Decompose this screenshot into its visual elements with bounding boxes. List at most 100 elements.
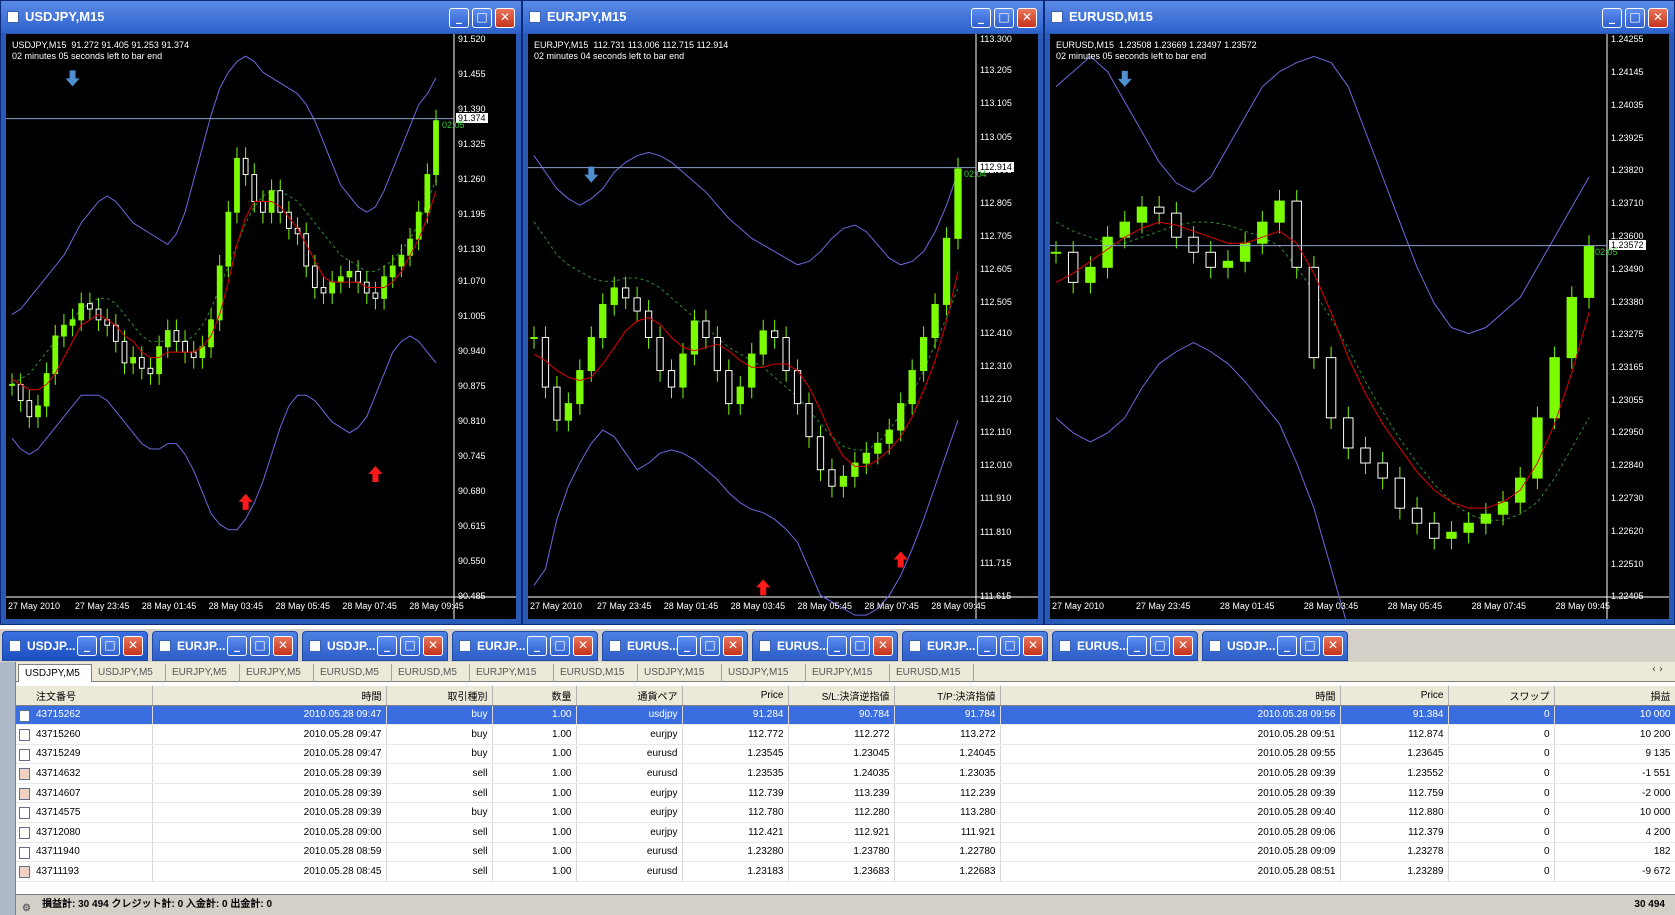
symbol-tab[interactable]: EURUSD,M5 [314, 664, 392, 682]
table-row[interactable]: 43711940 2010.05.28 08:59 sell 1.00 eurusd 1.… [16, 842, 1675, 863]
symbol-tab[interactable]: USDJPY,M15 [638, 664, 722, 682]
minimize-button[interactable]: _ [1602, 8, 1622, 28]
column-header[interactable]: 取引種別 [386, 686, 493, 706]
minimize-button[interactable]: _ [971, 8, 991, 28]
candle-body [234, 157, 240, 213]
column-header[interactable]: 時間 [152, 686, 387, 706]
window-tab[interactable]: EURUS... _ □ ✕ [1052, 631, 1198, 661]
table-row[interactable]: 43714575 2010.05.28 09:39 buy 1.00 eurjpy 112… [16, 802, 1675, 824]
minimize-button[interactable]: _ [1127, 636, 1147, 656]
maximize-button[interactable]: □ [1150, 636, 1170, 656]
candle-body [1463, 522, 1474, 533]
symbol-tab[interactable]: EURUSD,M15 [890, 664, 974, 682]
column-header[interactable]: 時間 [1000, 686, 1341, 706]
chart-window-eurjpy[interactable]: EURJPY,M15 _ □ ✕ EURJPY,M15 112.731 113.00… [522, 0, 1044, 625]
symbol-tab[interactable]: EURJPY,M15 [470, 664, 554, 682]
maximize-button[interactable]: □ [1625, 8, 1645, 28]
price-chart[interactable]: USDJPY,M15 91.272 91.405 91.253 91.374 0… [6, 34, 516, 619]
table-row[interactable]: 43715260 2010.05.28 09:47 buy 1.00 eurjpy 112… [16, 724, 1675, 745]
close-button[interactable]: ✕ [1023, 636, 1043, 656]
chart-window-usdjpy[interactable]: USDJPY,M15 _ □ ✕ USDJPY,M15 91.272 91.405 … [0, 0, 522, 625]
symbol-tab[interactable]: EURJPY,M5 [166, 664, 240, 682]
column-header[interactable]: T/P:決済指値 [894, 686, 1001, 706]
close-button[interactable]: ✕ [273, 636, 293, 656]
window-tab[interactable]: EURJP... _ □ ✕ [902, 631, 1048, 661]
close-button[interactable]: ✕ [1648, 8, 1668, 28]
table-row[interactable]: 43711193 2010.05.28 08:45 sell 1.00 eurusd 1.… [16, 861, 1675, 882]
column-header[interactable]: スワップ [1448, 686, 1555, 706]
symbol-tab[interactable]: USDJPY,M15 [722, 664, 806, 682]
tab-scroll-arrows[interactable]: ‹ › [1652, 664, 1663, 675]
chart-titlebar[interactable]: USDJPY,M15 _ □ ✕ [1, 1, 521, 33]
minimize-button[interactable]: _ [677, 636, 697, 656]
minimize-button[interactable]: _ [449, 8, 469, 28]
maximize-button[interactable]: □ [100, 636, 120, 656]
price-chart[interactable]: EURUSD,M15 1.23508 1.23669 1.23497 1.235… [1050, 34, 1669, 619]
window-tab[interactable]: EURUS... _ □ ✕ [602, 631, 748, 661]
price-tick-label: 1.22840 [1611, 460, 1644, 471]
close-button[interactable]: ✕ [723, 636, 743, 656]
maximize-button[interactable]: □ [400, 636, 420, 656]
column-header[interactable]: 通貨ペア [576, 686, 683, 706]
price-chart[interactable]: EURJPY,M15 112.731 113.006 112.715 112.9… [528, 34, 1038, 619]
symbol-tab[interactable]: EURUSD,M5 [392, 664, 470, 682]
price-tick-label: 112.210 [980, 394, 1012, 405]
chart-titlebar[interactable]: EURUSD,M15 _ □ ✕ [1045, 1, 1674, 33]
window-tab[interactable]: USDJP... _ □ ✕ [2, 631, 148, 661]
maximize-button[interactable]: □ [1300, 636, 1320, 656]
maximize-button[interactable]: □ [250, 636, 270, 656]
chart-window-eurusd[interactable]: EURUSD,M15 _ □ ✕ EURUSD,M15 1.23508 1.2366… [1044, 0, 1675, 625]
table-row[interactable]: 43715262 2010.05.28 09:47 buy 1.00 usdjpy 91.… [16, 705, 1675, 726]
table-row[interactable]: 43715249 2010.05.28 09:47 buy 1.00 eurusd 1.2… [16, 744, 1675, 765]
terminal-side-handle[interactable] [0, 662, 16, 915]
close-button[interactable]: ✕ [573, 636, 593, 656]
window-tab[interactable]: USDJP... _ □ ✕ [302, 631, 448, 661]
column-header[interactable]: Price [1340, 686, 1449, 706]
column-header[interactable]: 注文番号 [16, 686, 153, 706]
chart-titlebar[interactable]: EURJPY,M15 _ □ ✕ [523, 1, 1043, 33]
close-button[interactable]: ✕ [1017, 8, 1037, 28]
bar-countdown: 02:05 [442, 119, 465, 130]
minimize-button[interactable]: _ [977, 636, 997, 656]
close-button[interactable]: ✕ [123, 636, 143, 656]
maximize-button[interactable]: □ [1000, 636, 1020, 656]
maximize-button[interactable]: □ [550, 636, 570, 656]
order-number: 43715262 [36, 709, 81, 721]
table-row[interactable]: 43714632 2010.05.28 09:39 sell 1.00 eurusd 1.… [16, 763, 1675, 784]
close-button[interactable]: ✕ [423, 636, 443, 656]
symbol-tab[interactable]: USDJPY,M5 [92, 664, 166, 682]
minimize-button[interactable]: _ [527, 636, 547, 656]
column-header[interactable]: S/L:決済逆指値 [788, 686, 895, 706]
symbol-tab[interactable]: EURJPY,M5 [240, 664, 314, 682]
table-row[interactable]: 43712080 2010.05.28 09:00 sell 1.00 eurjpy 11… [16, 822, 1675, 843]
candle-body [251, 174, 258, 202]
column-header[interactable]: 数量 [492, 686, 577, 706]
maximize-button[interactable]: □ [472, 8, 492, 28]
close-button[interactable]: ✕ [495, 8, 515, 28]
table-cell: 9 135 [1554, 744, 1675, 765]
window-tab[interactable]: USDJP... _ □ ✕ [1202, 631, 1348, 661]
close-button[interactable]: ✕ [1323, 636, 1343, 656]
symbol-tab[interactable]: EURUSD,M15 [554, 664, 638, 682]
column-header[interactable]: Price [682, 686, 789, 706]
minimize-button[interactable]: _ [377, 636, 397, 656]
symbol-tab[interactable]: EURJPY,M15 [806, 664, 890, 682]
minimize-button[interactable]: _ [827, 636, 847, 656]
minimize-button[interactable]: _ [1277, 636, 1297, 656]
maximize-button[interactable]: □ [850, 636, 870, 656]
table-cell: buy [386, 705, 493, 726]
window-tab[interactable]: EURUS... _ □ ✕ [752, 631, 898, 661]
window-tab[interactable]: EURJP... _ □ ✕ [152, 631, 298, 661]
minimize-button[interactable]: _ [227, 636, 247, 656]
column-header[interactable]: 損益 [1554, 686, 1675, 706]
maximize-button[interactable]: □ [700, 636, 720, 656]
minimize-button[interactable]: _ [77, 636, 97, 656]
candle-body [1480, 513, 1492, 524]
symbol-tab[interactable]: USDJPY,M5 [18, 664, 92, 682]
maximize-button[interactable]: □ [994, 8, 1014, 28]
window-tab[interactable]: EURJP... _ □ ✕ [452, 631, 598, 661]
close-button[interactable]: ✕ [873, 636, 893, 656]
table-row[interactable]: 43714607 2010.05.28 09:39 sell 1.00 eurjpy 11… [16, 783, 1675, 804]
candle-body [816, 436, 825, 471]
close-button[interactable]: ✕ [1173, 636, 1193, 656]
